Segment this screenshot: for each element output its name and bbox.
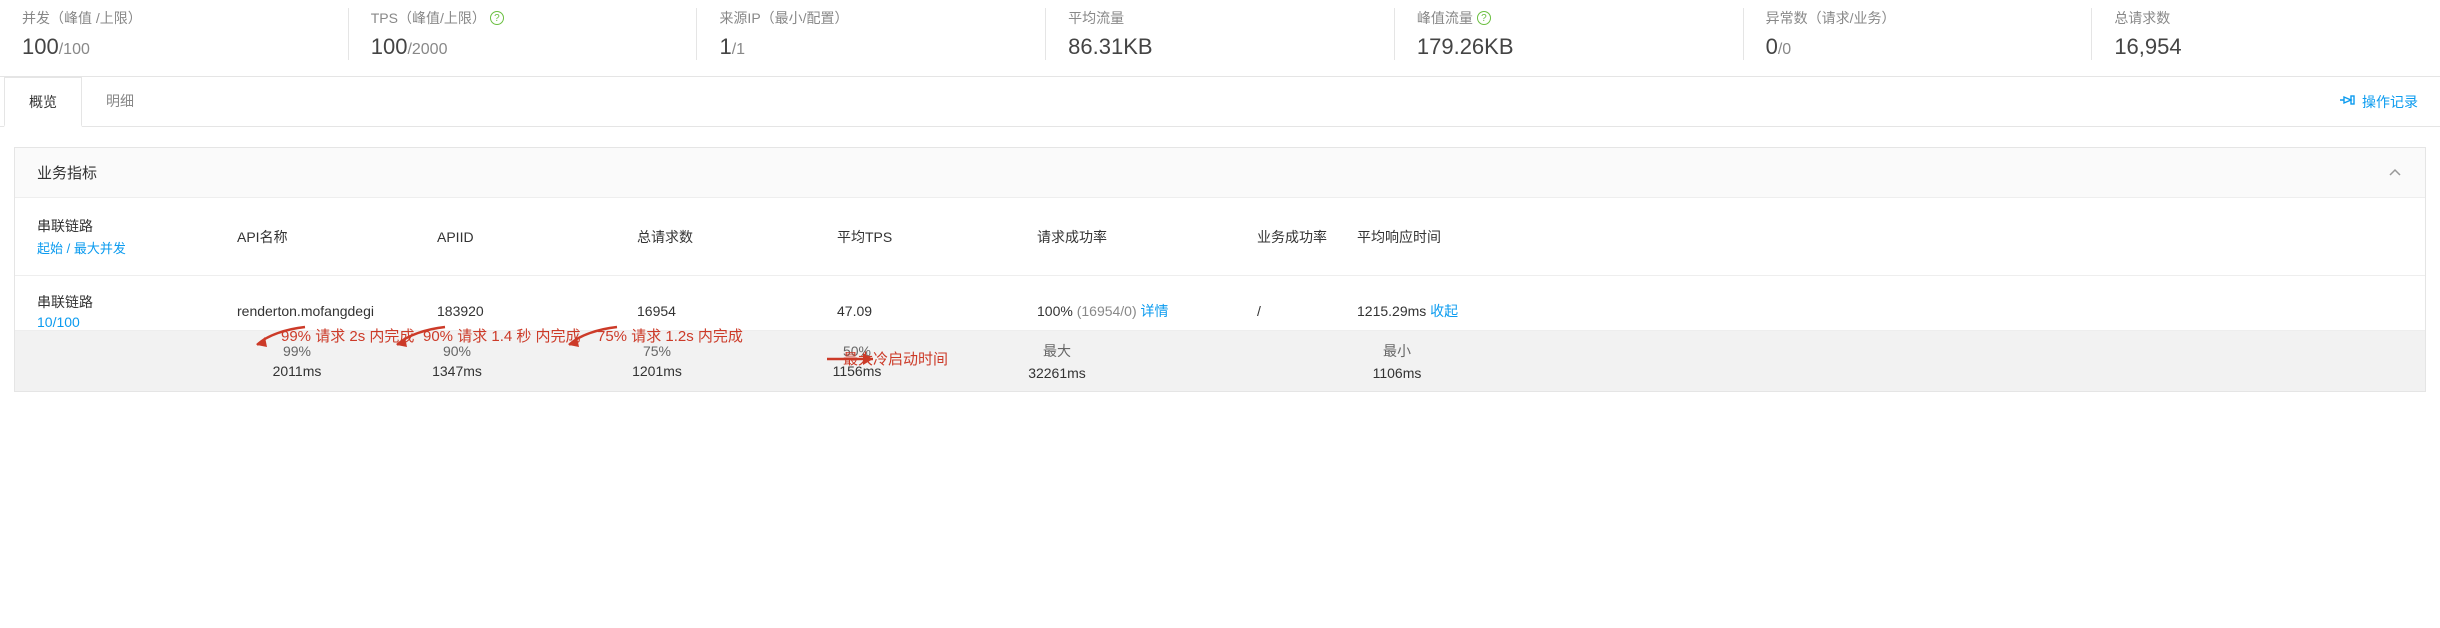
sub-value: 32261ms: [1028, 365, 1086, 381]
metrics-panel: 业务指标 串联链路 起始 / 最大并发 API名称 APIID 总请求数 平均T…: [14, 147, 2426, 392]
metric-errors: 异常数（请求/业务） 0/0: [1744, 8, 2093, 60]
metric-value: 86.31KB: [1068, 34, 1372, 60]
th-total-req: 总请求数: [637, 227, 837, 247]
metric-label: 平均流量: [1068, 8, 1372, 28]
table-header: 串联链路 起始 / 最大并发 API名称 APIID 总请求数 平均TPS 请求…: [15, 198, 2425, 276]
th-lianlu-sub: 起始 / 最大并发: [37, 238, 237, 257]
th-api-id: APIID: [437, 229, 637, 245]
sub-p50: 50% 1156ms: [757, 341, 957, 381]
sub-label: 75%: [643, 343, 671, 359]
row-api-name: renderton.mofangdegi: [237, 303, 437, 319]
metric-label: 来源IP（最小/配置）: [719, 8, 1023, 28]
metric-tps: TPS（峰值/上限） ? 100/2000: [349, 8, 698, 60]
sub-label: 99%: [283, 343, 311, 359]
row-success-rate: 100%: [1037, 303, 1073, 319]
op-log-label: 操作记录: [2362, 92, 2418, 112]
row-avg-tps: 47.09: [837, 303, 1037, 319]
metric-value: 0: [1766, 34, 1778, 59]
panel-title: 业务指标: [37, 162, 97, 183]
metrics-table: 串联链路 起始 / 最大并发 API名称 APIID 总请求数 平均TPS 请求…: [15, 198, 2425, 391]
row-collapse-link[interactable]: 收起: [1430, 303, 1458, 319]
percentile-row: 99% 2011ms 90% 1347ms 75% 1201ms 50% 115…: [15, 331, 2425, 391]
sub-value: 1156ms: [833, 363, 882, 379]
row-avg-rt: 1215.29ms: [1357, 303, 1426, 319]
tab-detail[interactable]: 明细: [82, 77, 158, 126]
th-avg-tps: 平均TPS: [837, 227, 1037, 247]
th-lianlu: 串联链路: [37, 216, 237, 236]
metric-label: 峰值流量: [1417, 8, 1473, 28]
metric-concurrency: 并发（峰值 /上限） 100/100: [0, 8, 349, 60]
help-icon[interactable]: ?: [490, 11, 504, 25]
row-success-detail: (16954/0): [1077, 303, 1137, 319]
sub-p99: 99% 2011ms: [237, 341, 357, 381]
sub-label: 90%: [443, 343, 471, 359]
chevron-up-icon[interactable]: [2387, 165, 2403, 181]
metric-value: 100: [371, 34, 408, 59]
row-api-id: 183920: [437, 303, 637, 319]
panel-header: 业务指标: [15, 148, 2425, 198]
th-success-rate: 请求成功率: [1037, 227, 1257, 247]
sub-label: 最小: [1383, 341, 1411, 361]
sub-min: 最小 1106ms: [1337, 341, 1457, 381]
th-api-name: API名称: [237, 227, 437, 247]
metric-sub: /1: [732, 41, 745, 58]
sub-value: 1201ms: [632, 363, 682, 379]
metric-avg-flow: 平均流量 86.31KB: [1046, 8, 1395, 60]
metric-label: 总请求数: [2114, 8, 2418, 28]
metric-label: TPS（峰值/上限）: [371, 8, 486, 28]
metric-label: 异常数（请求/业务）: [1766, 8, 2070, 28]
sub-p75: 75% 1201ms: [557, 341, 757, 381]
help-icon[interactable]: ?: [1477, 11, 1491, 25]
tab-row: 概览 明细 操作记录: [0, 77, 2440, 127]
row-lianlu: 串联链路: [37, 292, 237, 312]
metric-source-ip: 来源IP（最小/配置） 1/1: [697, 8, 1046, 60]
sub-value: 1106ms: [1373, 365, 1422, 381]
hand-point-icon: [2338, 92, 2356, 111]
tab-overview[interactable]: 概览: [4, 77, 82, 127]
metric-value: 16,954: [2114, 34, 2418, 60]
sub-value: 2011ms: [273, 363, 322, 379]
sub-max: 最大 32261ms: [957, 341, 1157, 381]
metric-value: 1: [719, 34, 731, 59]
metric-label: 并发（峰值 /上限）: [22, 8, 326, 28]
metric-sub: /100: [59, 41, 90, 58]
op-log-link[interactable]: 操作记录: [2338, 92, 2418, 112]
sub-value: 1347ms: [432, 363, 482, 379]
metric-total-req: 总请求数 16,954: [2092, 8, 2440, 60]
th-biz-success: 业务成功率: [1257, 227, 1357, 247]
metric-peak-flow: 峰值流量 ? 179.26KB: [1395, 8, 1744, 60]
th-avg-rt: 平均响应时间: [1357, 227, 1537, 247]
sub-p90: 90% 1347ms: [357, 341, 557, 381]
row-total-req: 16954: [637, 303, 837, 319]
row-lianlu-val: 10/100: [37, 314, 237, 330]
sub-label: 最大: [1043, 341, 1071, 361]
metric-sub: /2000: [407, 41, 447, 58]
metric-value: 179.26KB: [1417, 34, 1721, 60]
metric-sub: /0: [1778, 41, 1791, 58]
metrics-row: 并发（峰值 /上限） 100/100 TPS（峰值/上限） ? 100/2000…: [0, 0, 2440, 77]
metric-value: 100: [22, 34, 59, 59]
sub-label: 50%: [843, 343, 871, 359]
row-biz-success: /: [1257, 303, 1357, 319]
row-detail-link[interactable]: 详情: [1141, 303, 1169, 319]
table-row: 串联链路 10/100 renderton.mofangdegi 183920 …: [15, 276, 2425, 331]
